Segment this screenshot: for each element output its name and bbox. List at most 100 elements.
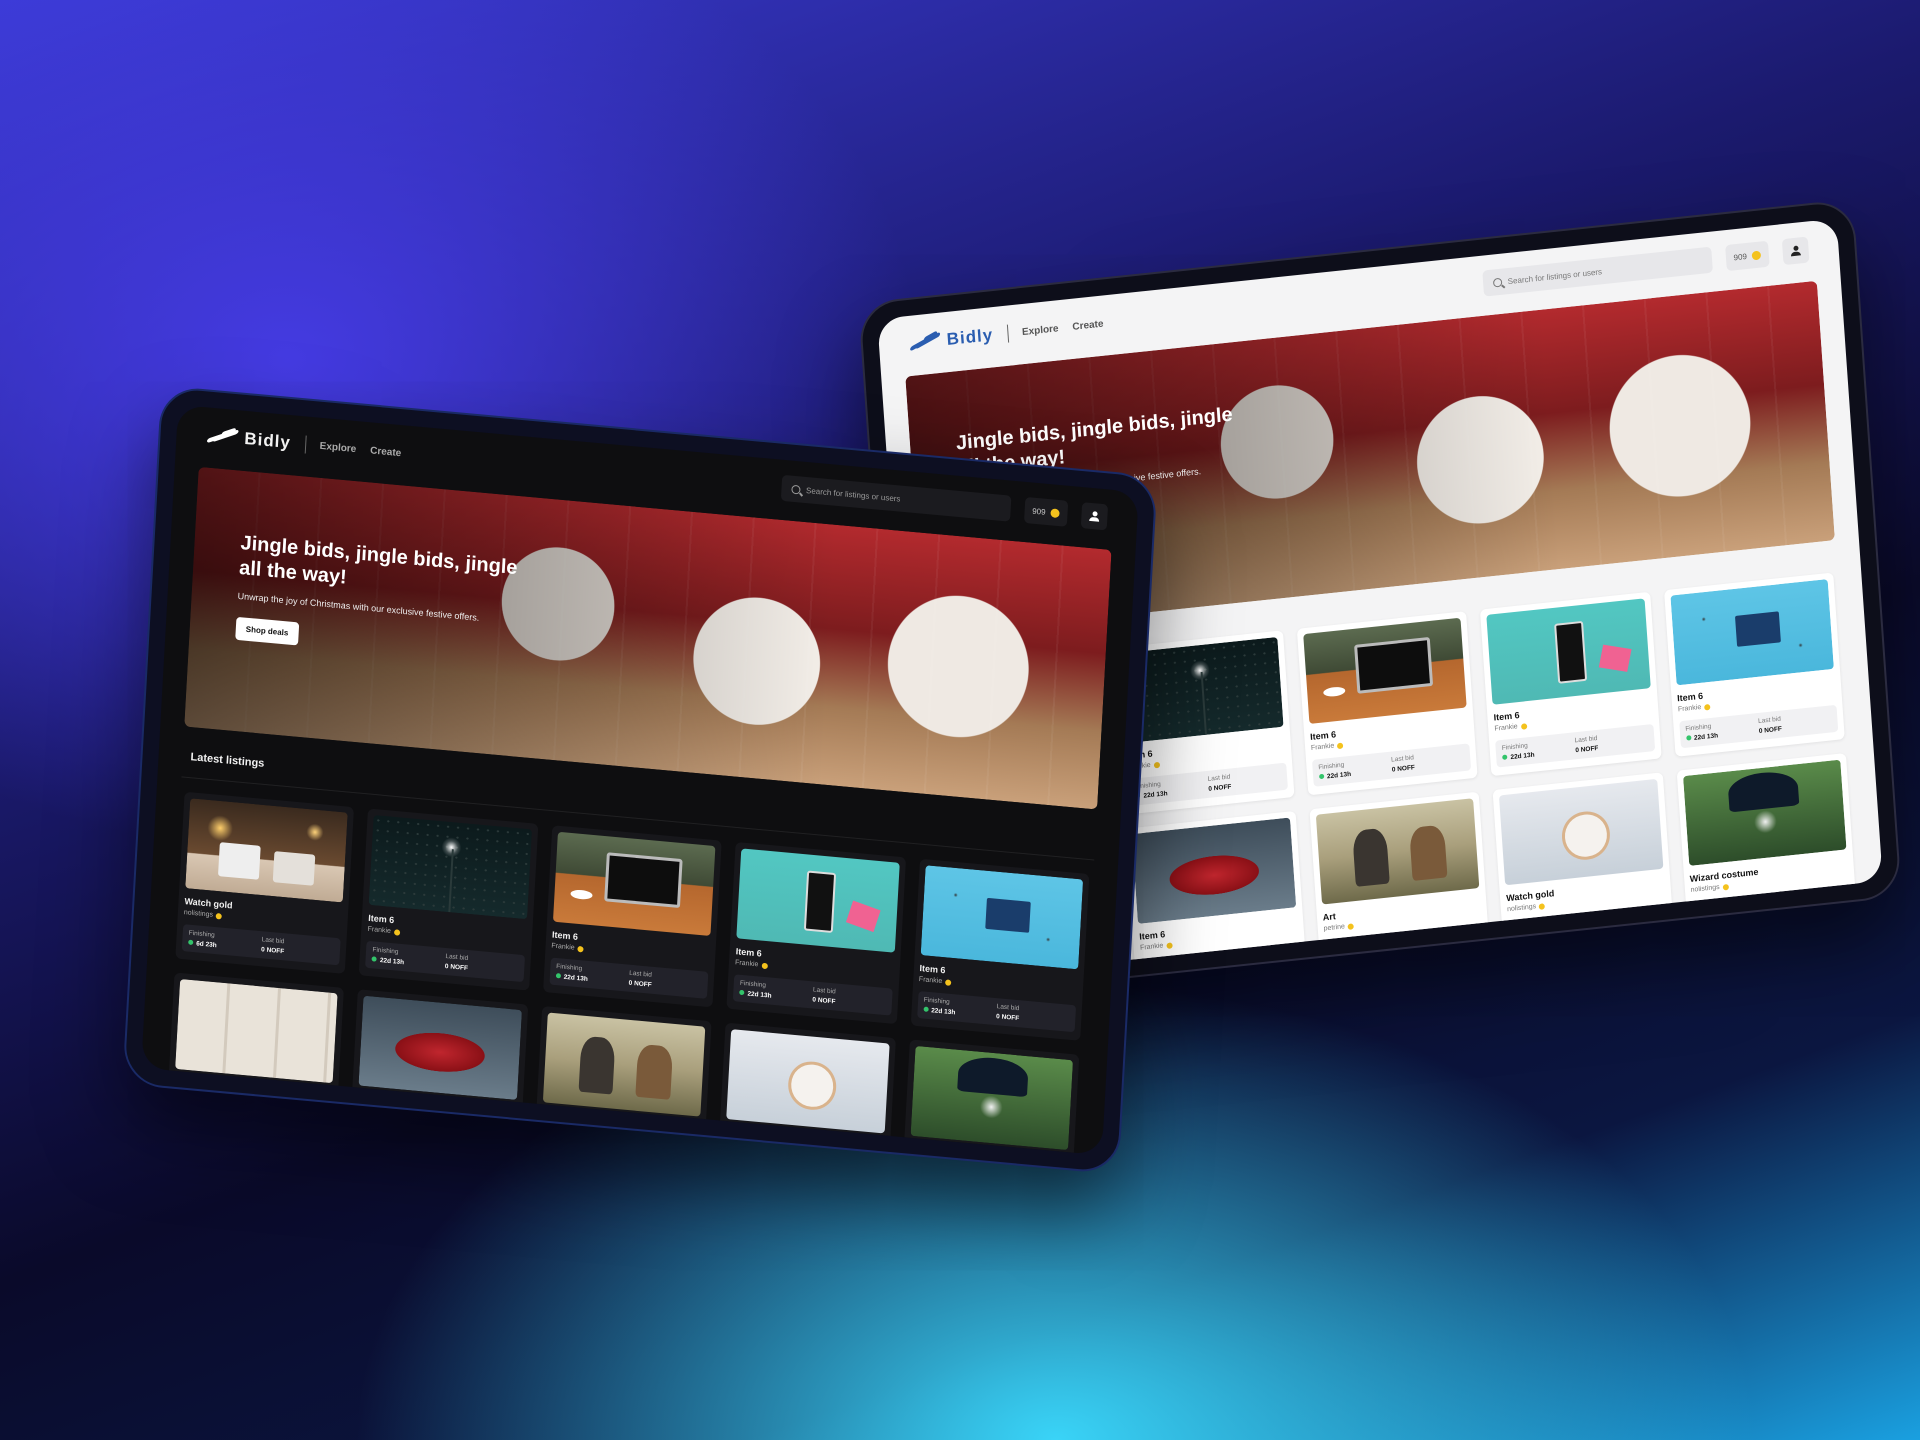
finishing-value [362, 1137, 435, 1144]
listing-card[interactable]: Wizard costumenolistingsFinishingLast bi… [900, 1039, 1080, 1156]
listing-seller[interactable]: Frankie [174, 1090, 332, 1111]
finishing-label: Finishing [1697, 903, 1725, 914]
finishing-value [546, 1154, 619, 1155]
seller-name: petrine [541, 1123, 563, 1133]
last-bid-label: Last bid [1770, 896, 1794, 906]
listing-thumbnail [175, 978, 339, 1084]
listing-card[interactable]: Item 6FrankieFinishingLast bid22d 13h0 N… [1663, 572, 1845, 757]
listing-thumbnail [726, 1029, 890, 1134]
listing-card[interactable]: Item 6 Frankie Finishing Last bid [349, 989, 529, 1156]
logo[interactable]: Bidly [206, 425, 291, 453]
listing-card[interactable]: Item 6FrankieFinishingLast bid22d 13h0 N… [726, 841, 906, 1025]
listing-meta: Finishing Last bid 22d 13h 0 NOFF [1311, 743, 1472, 787]
verified-coin-icon [1166, 941, 1173, 949]
verified-coin-icon [1347, 922, 1355, 930]
listing-card[interactable]: Item 6FrankieFinishingLast bid22d 13h0 N… [542, 825, 722, 1008]
finishing-label: Finishing [1147, 961, 1174, 972]
last-bid-label: Last bid [1220, 954, 1244, 964]
profile-button[interactable] [1080, 502, 1109, 531]
search-input[interactable]: Search for listings or users [780, 474, 1012, 522]
dark-screen: Bidly Explore Create Search for listings… [141, 404, 1139, 1156]
listing-card[interactable]: Item 6 Frankie Finishing Last bid [165, 972, 345, 1148]
listing-card[interactable]: Item 6 Frankie Finishing Last bid [1125, 810, 1307, 982]
listing-meta: Finishing Last bid [172, 1104, 331, 1140]
finishing-label: Finishing [362, 1127, 389, 1137]
nav-create[interactable]: Create [370, 445, 402, 459]
listing-thumbnail [1132, 817, 1297, 924]
listing-thumbnail [368, 815, 532, 920]
nav-create[interactable]: Create [1072, 318, 1104, 332]
seller-name: Frankie [734, 959, 759, 969]
verified-coin-icon [1703, 703, 1711, 711]
last-bid-value [1588, 920, 1661, 928]
seller-name: Frankie [367, 925, 392, 935]
listing-card[interactable]: Item 6FrankieFinishingLast bid22d 13h0 N… [359, 808, 539, 991]
coin-icon [1751, 249, 1762, 260]
last-bid-label: Last bid [251, 1116, 275, 1127]
listing-thumbnail [736, 848, 900, 953]
finishing-label: Finishing [1330, 942, 1358, 952]
seller-name: Frankie [1310, 742, 1335, 752]
balance-badge[interactable]: 909 [1023, 496, 1069, 527]
seller-name: nolistings [724, 1139, 755, 1150]
listing-card[interactable]: Item 6FrankieFinishingLast bid22d 13h0 N… [1480, 591, 1662, 777]
verified-coin-icon [577, 945, 584, 952]
listing-seller[interactable]: nolistings [725, 1140, 883, 1155]
listing-card[interactable]: Watch gold nolistings Finishing Last bid 6d … [175, 791, 355, 974]
listing-card[interactable]: Wizard costumenolistingsFinishingLast bi… [1676, 753, 1857, 931]
finishing-label: Finishing [1514, 922, 1541, 933]
seller-name: Frankie [357, 1106, 381, 1116]
listing-seller[interactable]: Frankie [357, 1107, 515, 1128]
listing-thumbnail [185, 798, 349, 903]
listing-card[interactable]: Watch goldnolistingsFinishingLast bid [716, 1022, 896, 1156]
last-bid-value [1771, 901, 1844, 909]
listing-card[interactable]: Art petrine Finishing Last bid [1309, 791, 1490, 970]
balance-value: 909 [1032, 506, 1046, 517]
seller-name: Frankie [1494, 723, 1518, 733]
last-bid-value [435, 1144, 508, 1151]
verified-coin-icon [565, 1125, 572, 1133]
seller-name: Frankie [551, 942, 575, 952]
active-status-dot [555, 973, 561, 979]
active-status-dot [739, 989, 745, 996]
listing-card[interactable]: Item 6FrankieFinishingLast bid22d 13h0 N… [910, 858, 1090, 1041]
nav-explore[interactable]: Explore [319, 440, 356, 454]
user-icon [1089, 511, 1100, 522]
listing-thumbnail [1315, 798, 1480, 905]
listing-thumbnail [1682, 759, 1847, 866]
finishing-value [1698, 909, 1771, 917]
search-input[interactable]: Search for listings or users [1481, 246, 1713, 297]
verified-coin-icon [1153, 761, 1160, 768]
coin-icon [1050, 507, 1060, 518]
active-status-dot [1685, 735, 1692, 741]
active-status-dot [923, 1006, 929, 1012]
listing-meta: Finishing Last bid [539, 1138, 699, 1156]
logo[interactable]: Bidly [908, 325, 994, 354]
listing-seller[interactable]: petrine [541, 1123, 699, 1144]
balance-badge[interactable]: 909 [1724, 240, 1770, 272]
seller-name: petrine [1323, 923, 1346, 933]
verified-coin-icon [756, 1143, 764, 1150]
listing-card[interactable]: Watch goldnolistingsFinishingLast bid [1492, 772, 1674, 950]
verified-coin-icon [383, 1109, 390, 1116]
seller-name: Frankie [1139, 942, 1164, 952]
search-icon [1492, 277, 1503, 288]
verified-coin-icon [761, 962, 768, 969]
shop-deals-button[interactable]: Shop deals [235, 616, 299, 646]
profile-button[interactable] [1781, 236, 1810, 266]
active-status-dot [188, 939, 194, 946]
listing-meta: Finishing Last bid 22d 13h 0 NOFF [1495, 724, 1655, 768]
verified-coin-icon [1336, 742, 1344, 749]
showcase-stage: Bidly Explore Create Search for listings… [0, 0, 1920, 1440]
listing-meta: Finishing Last bid 22d 13h 0 NOFF [1128, 762, 1288, 807]
seller-name: Frankie [1677, 703, 1702, 714]
nav-explore[interactable]: Explore [1022, 323, 1059, 338]
listing-card[interactable]: Art petrine Finishing Last bid [533, 1005, 712, 1156]
active-status-dot [371, 956, 378, 962]
search-icon [790, 484, 801, 494]
verified-coin-icon [944, 978, 952, 986]
listing-card[interactable]: Item 6FrankieFinishingLast bid22d 13h0 N… [1296, 611, 1478, 796]
latest-listings-section: Latest listings Watch gold nolistings Fini… [162, 744, 1097, 1156]
nav-divider [1006, 324, 1009, 343]
bidly-logo-icon [206, 425, 239, 448]
